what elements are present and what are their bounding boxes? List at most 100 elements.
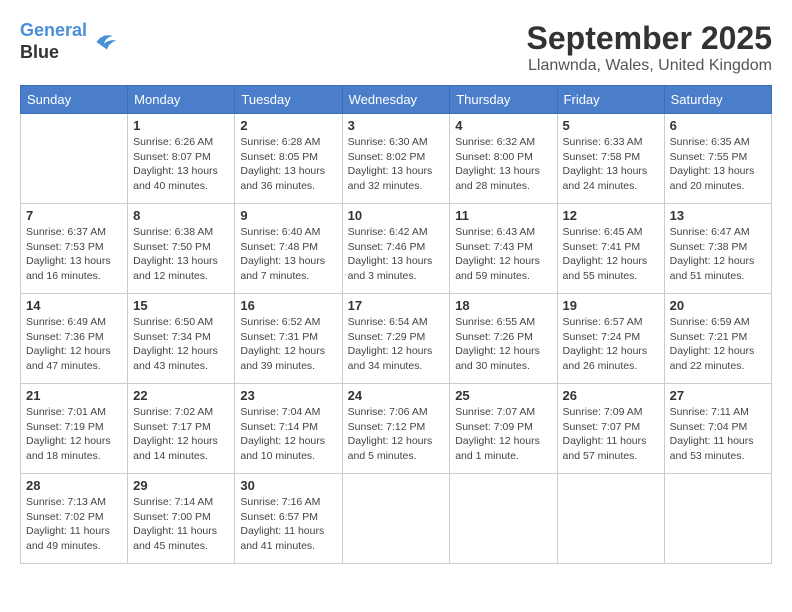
- weekday-header: Thursday: [450, 86, 557, 114]
- calendar-table: SundayMondayTuesdayWednesdayThursdayFrid…: [20, 85, 772, 564]
- logo: General Blue: [20, 20, 119, 63]
- calendar-cell: 17 Sunrise: 6:54 AMSunset: 7:29 PMDayligh…: [342, 294, 450, 384]
- calendar-cell: 12 Sunrise: 6:45 AMSunset: 7:41 PMDayligh…: [557, 204, 664, 294]
- calendar-cell: 24Sunrise: 7:06 AMSunset: 7:12 PMDayligh…: [342, 384, 450, 474]
- day-number: 4: [455, 118, 551, 133]
- weekday-header: Wednesday: [342, 86, 450, 114]
- day-number: 15: [133, 298, 229, 313]
- calendar-cell: 10 Sunrise: 6:42 AMSunset: 7:46 PMDayligh…: [342, 204, 450, 294]
- day-number: 1: [133, 118, 229, 133]
- calendar-week-row: 1 Sunrise: 6:26 AMSunset: 8:07 PMDaylight…: [21, 114, 772, 204]
- day-detail: Sunrise: 7:01 AMSunset: 7:19 PMDaylight:…: [26, 405, 122, 464]
- day-detail: Sunrise: 6:35 AMSunset: 7:55 PMDaylight:…: [670, 135, 766, 194]
- calendar-cell: 3 Sunrise: 6:30 AMSunset: 8:02 PMDaylight…: [342, 114, 450, 204]
- calendar-cell: 8 Sunrise: 6:38 AMSunset: 7:50 PMDaylight…: [128, 204, 235, 294]
- day-detail: Sunrise: 6:40 AMSunset: 7:48 PMDaylight:…: [240, 225, 336, 284]
- calendar-cell: 20Sunrise: 6:59 AMSunset: 7:21 PMDayligh…: [664, 294, 771, 384]
- day-detail: Sunrise: 6:37 AMSunset: 7:53 PMDaylight:…: [26, 225, 122, 284]
- day-detail: Sunrise: 6:55 AMSunset: 7:26 PMDaylight:…: [455, 315, 551, 374]
- day-detail: Sunrise: 6:38 AMSunset: 7:50 PMDaylight:…: [133, 225, 229, 284]
- day-number: 14: [26, 298, 122, 313]
- title-area: September 2025 Llanwnda, Wales, United K…: [527, 20, 772, 75]
- calendar-header-row: SundayMondayTuesdayWednesdayThursdayFrid…: [21, 86, 772, 114]
- day-number: 6: [670, 118, 766, 133]
- calendar-week-row: 21Sunrise: 7:01 AMSunset: 7:19 PMDayligh…: [21, 384, 772, 474]
- day-detail: Sunrise: 6:42 AMSunset: 7:46 PMDaylight:…: [348, 225, 445, 284]
- calendar-cell: 30 Sunrise: 7:16 AMSunset: 6:57 PMDayligh…: [235, 474, 342, 564]
- day-number: 16: [240, 298, 336, 313]
- day-detail: Sunrise: 6:30 AMSunset: 8:02 PMDaylight:…: [348, 135, 445, 194]
- calendar-cell: [450, 474, 557, 564]
- day-detail: Sunrise: 6:59 AMSunset: 7:21 PMDaylight:…: [670, 315, 766, 374]
- weekday-header: Sunday: [21, 86, 128, 114]
- calendar-cell: 4 Sunrise: 6:32 AMSunset: 8:00 PMDaylight…: [450, 114, 557, 204]
- calendar-cell: 7 Sunrise: 6:37 AMSunset: 7:53 PMDaylight…: [21, 204, 128, 294]
- calendar-cell: 14 Sunrise: 6:49 AMSunset: 7:36 PMDayligh…: [21, 294, 128, 384]
- day-detail: Sunrise: 7:14 AMSunset: 7:00 PMDaylight:…: [133, 495, 229, 554]
- day-number: 30: [240, 478, 336, 493]
- calendar-cell: 5 Sunrise: 6:33 AMSunset: 7:58 PMDaylight…: [557, 114, 664, 204]
- day-detail: Sunrise: 6:43 AMSunset: 7:43 PMDaylight:…: [455, 225, 551, 284]
- day-detail: Sunrise: 6:28 AMSunset: 8:05 PMDaylight:…: [240, 135, 336, 194]
- day-number: 13: [670, 208, 766, 223]
- day-number: 26: [563, 388, 659, 403]
- weekday-header: Saturday: [664, 86, 771, 114]
- day-number: 23: [240, 388, 336, 403]
- calendar-cell: 13 Sunrise: 6:47 AMSunset: 7:38 PMDayligh…: [664, 204, 771, 294]
- location-title: Llanwnda, Wales, United Kingdom: [527, 57, 772, 75]
- calendar-cell: 25Sunrise: 7:07 AMSunset: 7:09 PMDayligh…: [450, 384, 557, 474]
- weekday-header: Monday: [128, 86, 235, 114]
- day-number: 9: [240, 208, 336, 223]
- calendar-cell: 18 Sunrise: 6:55 AMSunset: 7:26 PMDayligh…: [450, 294, 557, 384]
- calendar-cell: [557, 474, 664, 564]
- day-detail: Sunrise: 6:26 AMSunset: 8:07 PMDaylight:…: [133, 135, 229, 194]
- calendar-week-row: 14 Sunrise: 6:49 AMSunset: 7:36 PMDayligh…: [21, 294, 772, 384]
- day-number: 19: [563, 298, 659, 313]
- day-detail: Sunrise: 6:47 AMSunset: 7:38 PMDaylight:…: [670, 225, 766, 284]
- calendar-week-row: 7 Sunrise: 6:37 AMSunset: 7:53 PMDaylight…: [21, 204, 772, 294]
- day-number: 3: [348, 118, 445, 133]
- day-number: 11: [455, 208, 551, 223]
- day-detail: Sunrise: 6:57 AMSunset: 7:24 PMDaylight:…: [563, 315, 659, 374]
- calendar-week-row: 28 Sunrise: 7:13 AMSunset: 7:02 PMDayligh…: [21, 474, 772, 564]
- day-detail: Sunrise: 7:13 AMSunset: 7:02 PMDaylight:…: [26, 495, 122, 554]
- calendar-cell: 26 Sunrise: 7:09 AMSunset: 7:07 PMDayligh…: [557, 384, 664, 474]
- day-number: 10: [348, 208, 445, 223]
- logo-text: General Blue: [20, 20, 87, 63]
- calendar-cell: 23 Sunrise: 7:04 AMSunset: 7:14 PMDayligh…: [235, 384, 342, 474]
- calendar-cell: 27Sunrise: 7:11 AMSunset: 7:04 PMDayligh…: [664, 384, 771, 474]
- day-detail: Sunrise: 7:11 AMSunset: 7:04 PMDaylight:…: [670, 405, 766, 464]
- day-detail: Sunrise: 7:02 AMSunset: 7:17 PMDaylight:…: [133, 405, 229, 464]
- day-number: 28: [26, 478, 122, 493]
- calendar-cell: 16 Sunrise: 6:52 AMSunset: 7:31 PMDayligh…: [235, 294, 342, 384]
- logo-bird-icon: [89, 27, 119, 57]
- day-number: 18: [455, 298, 551, 313]
- day-detail: Sunrise: 7:09 AMSunset: 7:07 PMDaylight:…: [563, 405, 659, 464]
- day-number: 17: [348, 298, 445, 313]
- calendar-cell: 2 Sunrise: 6:28 AMSunset: 8:05 PMDaylight…: [235, 114, 342, 204]
- day-number: 8: [133, 208, 229, 223]
- calendar-cell: 11 Sunrise: 6:43 AMSunset: 7:43 PMDayligh…: [450, 204, 557, 294]
- day-detail: Sunrise: 7:16 AMSunset: 6:57 PMDaylight:…: [240, 495, 336, 554]
- day-detail: Sunrise: 6:45 AMSunset: 7:41 PMDaylight:…: [563, 225, 659, 284]
- day-detail: Sunrise: 6:52 AMSunset: 7:31 PMDaylight:…: [240, 315, 336, 374]
- day-detail: Sunrise: 7:04 AMSunset: 7:14 PMDaylight:…: [240, 405, 336, 464]
- weekday-header: Tuesday: [235, 86, 342, 114]
- day-detail: Sunrise: 7:07 AMSunset: 7:09 PMDaylight:…: [455, 405, 551, 464]
- month-title: September 2025: [527, 20, 772, 57]
- calendar-cell: [21, 114, 128, 204]
- day-number: 12: [563, 208, 659, 223]
- day-detail: Sunrise: 6:49 AMSunset: 7:36 PMDaylight:…: [26, 315, 122, 374]
- day-number: 29: [133, 478, 229, 493]
- day-detail: Sunrise: 6:54 AMSunset: 7:29 PMDaylight:…: [348, 315, 445, 374]
- calendar-cell: 28 Sunrise: 7:13 AMSunset: 7:02 PMDayligh…: [21, 474, 128, 564]
- day-number: 2: [240, 118, 336, 133]
- calendar-cell: 21Sunrise: 7:01 AMSunset: 7:19 PMDayligh…: [21, 384, 128, 474]
- day-number: 7: [26, 208, 122, 223]
- day-number: 24: [348, 388, 445, 403]
- day-number: 5: [563, 118, 659, 133]
- day-detail: Sunrise: 6:33 AMSunset: 7:58 PMDaylight:…: [563, 135, 659, 194]
- calendar-cell: 19 Sunrise: 6:57 AMSunset: 7:24 PMDayligh…: [557, 294, 664, 384]
- day-detail: Sunrise: 6:32 AMSunset: 8:00 PMDaylight:…: [455, 135, 551, 194]
- calendar-cell: 9 Sunrise: 6:40 AMSunset: 7:48 PMDaylight…: [235, 204, 342, 294]
